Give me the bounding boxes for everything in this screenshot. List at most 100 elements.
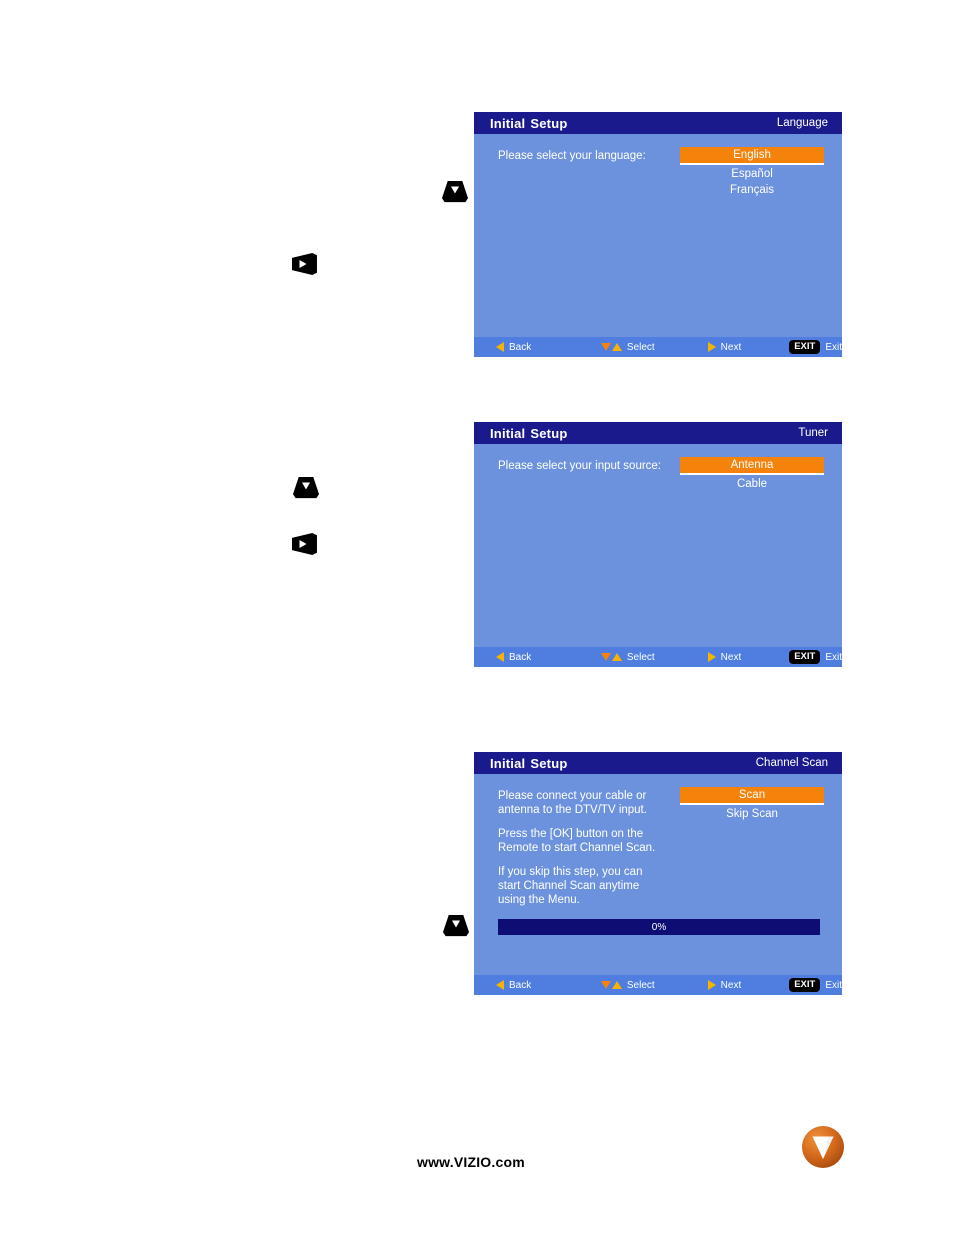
footer-exit-tuner[interactable]: EXIT Exit	[789, 650, 842, 664]
prompt-line: Please select your language:	[498, 150, 646, 162]
panel-header-tuner: Initial Setup Tuner	[474, 422, 842, 444]
footer-back-channel-scan[interactable]: Back	[496, 980, 601, 991]
exit-badge-icon: EXIT	[789, 650, 821, 664]
triangle-right-icon	[707, 980, 716, 990]
triangle-up-icon	[611, 653, 622, 661]
panel-title-word1: Initial	[490, 755, 526, 771]
triangle-left-icon	[496, 980, 504, 990]
triangle-down-icon	[600, 981, 611, 989]
prompt-paragraph: Please connect your cable or antenna to …	[498, 789, 655, 817]
triangle-right-icon	[707, 342, 716, 352]
panel-title: Initial Setup	[490, 426, 567, 441]
footer-next-tuner[interactable]: Next	[707, 651, 790, 663]
footer-exit-label: Exit	[825, 979, 842, 991]
prompt-line: Please select your input source:	[498, 460, 662, 472]
prompt-paragraph: Press the [OK] button on the Remote to s…	[498, 827, 655, 855]
triangle-down-icon	[600, 343, 611, 351]
footer-select-label: Select	[626, 341, 655, 353]
panel-title-word1: Initial	[490, 115, 526, 131]
option-scan[interactable]: Scan	[680, 787, 824, 805]
prompt-text-language: Please select your language:	[498, 148, 646, 163]
panel-body-language: Please select your language: English Esp…	[474, 134, 842, 196]
prompt-paragraph: If you skip this step, you can start Cha…	[498, 865, 655, 907]
panel-title-word2: Setup	[530, 755, 568, 771]
option-antenna[interactable]: Antenna	[680, 457, 824, 475]
option-skip-scan[interactable]: Skip Scan	[680, 806, 824, 822]
footer-back-tuner[interactable]: Back	[496, 652, 601, 663]
footer-select-label: Select	[626, 651, 655, 663]
footer-select-label: Select	[626, 979, 655, 991]
panel-body-tuner: Please select your input source: Antenna…	[474, 444, 842, 490]
remote-key-right-icon	[292, 533, 318, 555]
panel-section-label: Language	[776, 117, 828, 129]
panel-footer-tuner: Back Select Next EXIT Exit	[474, 647, 842, 667]
triangle-down-icon	[302, 482, 310, 490]
triangle-right-icon	[299, 260, 307, 268]
panel-title-word1: Initial	[490, 425, 526, 441]
panel-footer-language: Back Select Next EXIT Exit	[474, 337, 842, 357]
panel-footer-channel-scan: Back Select Next EXIT Exit	[474, 975, 842, 995]
panel-header-channel-scan: Initial Setup Channel Scan	[474, 752, 842, 774]
footer-back-label: Back	[509, 341, 532, 353]
prompt-text-channel-scan: Please connect your cable or antenna to …	[498, 788, 655, 907]
prompt-line: start Channel Scan anytime	[498, 880, 640, 892]
panel-title-word2: Setup	[530, 115, 568, 131]
scan-progress-label: 0%	[651, 921, 667, 933]
remote-key-down-icon	[293, 477, 319, 499]
osd-panel-channel-scan: Initial Setup Channel Scan Please connect…	[474, 752, 842, 995]
remote-key-right-icon	[292, 253, 318, 275]
prompt-line: antenna to the DTV/TV input.	[498, 804, 647, 816]
osd-panel-language: Initial Setup Language Please select your…	[474, 112, 842, 357]
remote-key-down-icon	[443, 915, 469, 937]
option-list-language: English Español Français	[680, 147, 824, 198]
triangle-left-icon	[496, 652, 504, 662]
panel-title: Initial Setup	[490, 116, 567, 131]
exit-badge-icon: EXIT	[789, 340, 821, 354]
footer-exit-label: Exit	[825, 341, 842, 353]
osd-panel-tuner: Initial Setup Tuner Please select your in…	[474, 422, 842, 667]
footer-select-language[interactable]: Select	[600, 341, 708, 353]
option-list-tuner: Antenna Cable	[680, 457, 824, 492]
footer-exit-label: Exit	[825, 651, 842, 663]
footer-next-label: Next	[720, 651, 742, 663]
footer-back-label: Back	[509, 979, 532, 991]
website-url: www.VIZIO.com	[417, 1154, 525, 1170]
exit-badge-icon: EXIT	[789, 978, 821, 992]
footer-next-language[interactable]: Next	[707, 341, 790, 353]
panel-body-channel-scan: Please connect your cable or antenna to …	[474, 774, 842, 907]
footer-select-channel-scan[interactable]: Select	[600, 979, 708, 991]
option-espanol[interactable]: Español	[680, 166, 824, 182]
triangle-right-icon	[299, 540, 307, 548]
prompt-text-tuner: Please select your input source:	[498, 458, 661, 473]
footer-exit-channel-scan[interactable]: EXIT Exit	[789, 978, 842, 992]
footer-back-label: Back	[509, 651, 532, 663]
triangle-down-icon	[600, 653, 611, 661]
remote-key-down-icon	[442, 181, 468, 203]
prompt-line: Press the [OK] button on the	[498, 828, 644, 840]
footer-back-language[interactable]: Back	[496, 342, 601, 353]
option-francais[interactable]: Français	[680, 182, 824, 198]
footer-next-channel-scan[interactable]: Next	[707, 979, 790, 991]
triangle-up-icon	[611, 981, 622, 989]
footer-exit-language[interactable]: EXIT Exit	[789, 340, 842, 354]
option-cable[interactable]: Cable	[680, 476, 824, 492]
option-english[interactable]: English	[680, 147, 824, 165]
triangle-right-icon	[707, 652, 716, 662]
prompt-line: using the Menu.	[498, 894, 580, 906]
footer-select-tuner[interactable]: Select	[600, 651, 708, 663]
panel-section-label: Channel Scan	[755, 757, 828, 769]
prompt-line: If you skip this step, you can	[498, 866, 643, 878]
scan-progress-bar: 0%	[498, 919, 820, 935]
panel-header-language: Initial Setup Language	[474, 112, 842, 134]
triangle-up-icon	[611, 343, 622, 351]
prompt-line: Remote to start Channel Scan.	[498, 842, 656, 854]
panel-section-label: Tuner	[798, 427, 828, 439]
vizio-logo	[801, 1125, 845, 1169]
panel-title: Initial Setup	[490, 756, 567, 771]
triangle-down-icon	[452, 920, 460, 928]
footer-next-label: Next	[720, 341, 742, 353]
panel-title-word2: Setup	[530, 425, 568, 441]
triangle-down-icon	[451, 186, 459, 194]
option-list-channel-scan: Scan Skip Scan	[680, 787, 824, 822]
footer-next-label: Next	[720, 979, 742, 991]
